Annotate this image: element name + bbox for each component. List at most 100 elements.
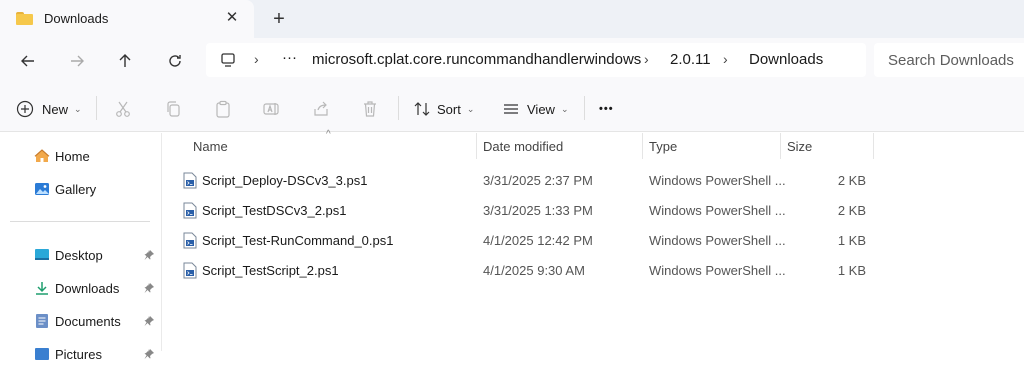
sort-label: Sort: [437, 101, 461, 117]
forward-button[interactable]: [63, 48, 91, 74]
file-row[interactable]: Script_TestScript_2.ps1 4/1/2025 9:30 AM…: [162, 255, 1024, 285]
arrow-right-icon: [71, 55, 84, 67]
pictures-icon: [35, 348, 49, 360]
column-header-size[interactable]: Size: [787, 139, 812, 154]
home-icon: [34, 149, 50, 162]
new-label: New: [42, 101, 69, 117]
refresh-button[interactable]: [161, 48, 189, 74]
chevron-down-icon: ⌄: [466, 103, 475, 114]
chevron-right-icon: ›: [723, 51, 728, 67]
paste-button[interactable]: [214, 98, 232, 120]
chevron-down-icon: ⌄: [560, 103, 569, 114]
address-bar[interactable]: › ··· microsoft.cplat.core.runcommandhan…: [206, 43, 866, 77]
trash-icon: [364, 101, 376, 117]
more-options-button[interactable]: •••: [599, 98, 614, 120]
chevron-right-icon: ›: [644, 51, 649, 67]
column-divider[interactable]: [873, 133, 874, 159]
computer-icon: [221, 53, 235, 67]
file-type: Windows PowerShell ...: [649, 263, 786, 278]
file-date: 4/1/2025 12:42 PM: [483, 233, 593, 248]
sidebar-item-desktop[interactable]: Desktop: [0, 242, 161, 268]
sidebar-item-downloads[interactable]: Downloads: [0, 275, 161, 301]
plus-circle-icon: [16, 100, 34, 118]
file-date: 3/31/2025 1:33 PM: [483, 203, 593, 218]
column-header-type[interactable]: Type: [649, 139, 677, 154]
gallery-icon: [35, 183, 49, 195]
refresh-icon: [169, 55, 181, 67]
pin-icon[interactable]: [143, 282, 155, 294]
tab-downloads[interactable]: Downloads ✕: [0, 0, 254, 38]
tab-strip: Downloads ✕ +: [0, 0, 1024, 38]
download-icon: [36, 282, 48, 295]
share-button[interactable]: [312, 98, 330, 120]
file-size: 1 KB: [837, 263, 866, 278]
sidebar-item-label: Pictures: [55, 346, 102, 362]
file-row[interactable]: Script_TestDSCv3_2.ps1 3/31/2025 1:33 PM…: [162, 195, 1024, 225]
close-tab-icon[interactable]: ✕: [222, 8, 242, 28]
up-button[interactable]: [111, 48, 139, 74]
tab-title: Downloads: [44, 11, 109, 26]
sidebar-item-label: Downloads: [55, 280, 120, 296]
pin-icon[interactable]: [143, 249, 155, 261]
file-size: 2 KB: [837, 173, 866, 188]
file-type: Windows PowerShell ...: [649, 233, 786, 248]
share-icon: [314, 101, 328, 116]
more-locations-button[interactable]: ···: [282, 49, 297, 66]
column-header-date[interactable]: Date modified: [483, 139, 563, 154]
pin-icon[interactable]: [143, 348, 155, 360]
chevron-right-icon: ›: [254, 51, 259, 67]
back-button[interactable]: [14, 48, 42, 74]
file-name: Script_TestDSCv3_2.ps1: [202, 203, 347, 218]
file-name: Script_Deploy-DSCv3_3.ps1: [202, 173, 368, 188]
chevron-down-icon: ⌄: [74, 103, 82, 114]
breadcrumb-item[interactable]: 2.0.11: [670, 51, 711, 68]
column-divider[interactable]: [642, 133, 643, 159]
arrow-up-icon: [119, 54, 131, 67]
divider: [584, 96, 585, 120]
view-lines-icon: [504, 104, 518, 114]
sidebar-item-documents[interactable]: Documents: [0, 308, 161, 334]
breadcrumb-item[interactable]: Downloads: [749, 51, 823, 68]
column-header-name[interactable]: Name: [193, 139, 228, 154]
file-row[interactable]: Script_Deploy-DSCv3_3.ps1 3/31/2025 2:37…: [162, 165, 1024, 195]
column-divider[interactable]: [476, 133, 477, 159]
sidebar-item-home[interactable]: Home: [0, 143, 161, 169]
new-tab-button[interactable]: +: [268, 8, 290, 30]
column-header-row: ^ Name Date modified Type Size: [162, 129, 1024, 159]
file-type: Windows PowerShell ...: [649, 203, 786, 218]
breadcrumb-item[interactable]: microsoft.cplat.core.runcommandhandlerwi…: [312, 51, 641, 68]
sidebar-item-pictures[interactable]: Pictures: [0, 341, 161, 367]
sidebar-item-gallery[interactable]: Gallery: [0, 176, 161, 202]
address-row: › ··· microsoft.cplat.core.runcommandhan…: [0, 38, 1024, 84]
search-placeholder: Search Downloads: [888, 52, 1014, 69]
new-button[interactable]: New ⌄: [16, 98, 82, 120]
file-name: Script_Test-RunCommand_0.ps1: [202, 233, 394, 248]
arrow-left-icon: [21, 55, 34, 67]
file-name: Script_TestScript_2.ps1: [202, 263, 339, 278]
sidebar-item-label: Gallery: [55, 181, 97, 197]
sort-ascending-icon: ^: [326, 129, 331, 140]
file-type: Windows PowerShell ...: [649, 173, 786, 188]
cut-button[interactable]: [114, 98, 132, 120]
file-date: 4/1/2025 9:30 AM: [483, 263, 585, 278]
documents-icon: [36, 314, 48, 328]
copy-button[interactable]: [164, 98, 182, 120]
file-row[interactable]: Script_Test-RunCommand_0.ps1 4/1/2025 12…: [162, 225, 1024, 255]
file-date: 3/31/2025 2:37 PM: [483, 173, 593, 188]
pin-icon[interactable]: [143, 315, 155, 327]
copy-icon: [167, 101, 180, 117]
view-button[interactable]: View ⌄: [502, 98, 569, 120]
file-size: 2 KB: [837, 203, 866, 218]
rename-button[interactable]: [262, 98, 280, 120]
sidebar-item-label: Home: [55, 148, 90, 164]
sidebar-divider: [10, 221, 150, 222]
search-input[interactable]: Search Downloads: [874, 43, 1024, 77]
column-divider[interactable]: [780, 133, 781, 159]
clipboard-icon: [216, 100, 230, 118]
sidebar-item-label: Desktop: [55, 247, 103, 263]
sort-icon: [414, 102, 430, 116]
sort-button[interactable]: Sort ⌄: [413, 98, 474, 120]
navigation-pane: Home Gallery Desktop Downloads Documents…: [0, 133, 161, 362]
delete-button[interactable]: [361, 98, 379, 120]
divider: [398, 96, 399, 120]
